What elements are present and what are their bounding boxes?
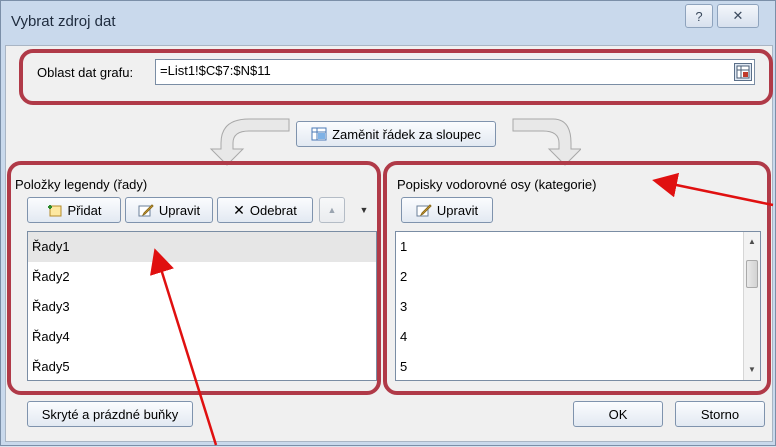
select-data-source-dialog: Vybrat zdroj dat ? ✕ Oblast dat grafu: =… [0,0,776,446]
annotation-arrows [150,172,774,446]
arrow-to-legend [150,248,218,446]
arrow-to-axis [652,172,774,207]
